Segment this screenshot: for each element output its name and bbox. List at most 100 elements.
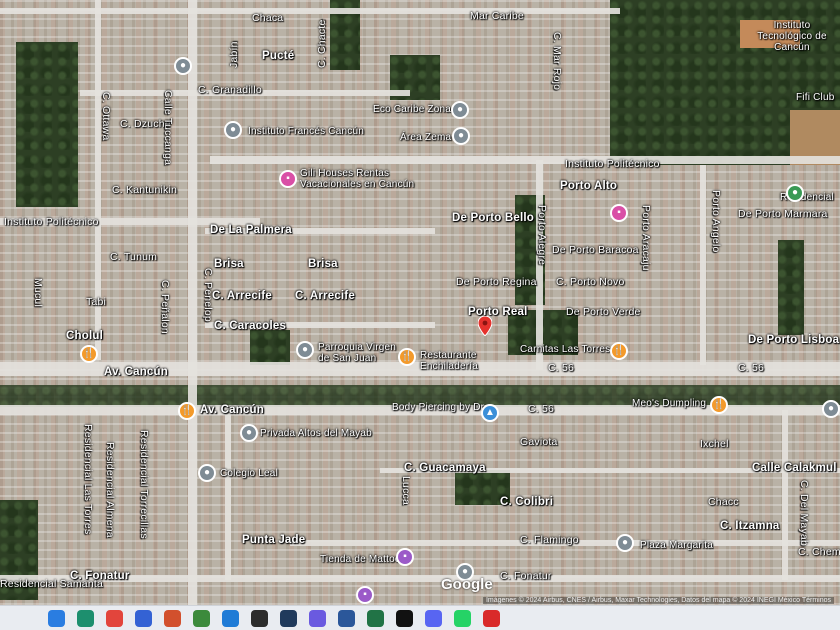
road-vertical-d bbox=[700, 165, 706, 365]
street-label: C. Penelop bbox=[202, 268, 214, 322]
poi-label[interactable]: Plaza Margarita bbox=[640, 540, 713, 551]
street-label: C. Fonatur bbox=[500, 570, 552, 582]
poi-label[interactable]: Gili Houses Rentas Vacacionales en Cancú… bbox=[300, 168, 430, 190]
paint-icon[interactable] bbox=[222, 609, 239, 627]
street-label: C. 56 bbox=[548, 362, 575, 374]
church-pin-icon[interactable]: ● bbox=[296, 341, 314, 359]
poi-label[interactable]: Carnitas Las Torres bbox=[520, 344, 610, 355]
street-label: C. Colibri bbox=[500, 496, 554, 508]
street-label: Brisa bbox=[214, 258, 244, 270]
school-pin-icon[interactable]: ● bbox=[786, 184, 804, 202]
street-label: C. Chacte bbox=[316, 19, 328, 69]
school-pin-icon[interactable]: ● bbox=[174, 57, 192, 75]
obs-icon[interactable] bbox=[251, 609, 268, 627]
store-icon[interactable] bbox=[135, 609, 152, 627]
street-label: C. Del Mayab bbox=[798, 480, 810, 547]
street-label: Gaviota bbox=[520, 436, 558, 448]
school-pin-icon[interactable]: ● bbox=[198, 464, 216, 482]
poi-label[interactable]: Tienda de Mattocs bbox=[320, 554, 405, 565]
steam-icon[interactable] bbox=[280, 609, 297, 627]
street-label: Ixchel bbox=[700, 438, 729, 450]
acrobat-icon[interactable] bbox=[483, 609, 500, 627]
restaurant-pin-icon[interactable]: 🍴 bbox=[80, 345, 98, 363]
street-label: C. Guacamaya bbox=[404, 462, 486, 474]
google-logo: Google bbox=[441, 576, 493, 593]
street-label: Porto Real bbox=[468, 306, 528, 318]
restaurant-pin-icon[interactable]: 🍴 bbox=[610, 342, 628, 360]
edge-icon[interactable] bbox=[77, 609, 94, 627]
road-vertical-e bbox=[782, 410, 788, 580]
road-vertical-a bbox=[188, 0, 197, 605]
poi-label[interactable]: Instituto Francés Cancún bbox=[248, 126, 364, 137]
street-label: De Porto Marmara bbox=[738, 208, 828, 220]
street-label: Jabín bbox=[228, 41, 240, 68]
street-label: Lucca bbox=[400, 476, 412, 506]
street-label: C. Flamingo bbox=[520, 534, 579, 546]
excel-icon[interactable] bbox=[367, 609, 384, 627]
street-label: C. Mar Rojo bbox=[551, 32, 563, 91]
powerpoint-icon[interactable] bbox=[164, 609, 181, 627]
street-label: Porto Angelo bbox=[710, 190, 722, 253]
street-label: C. Arrecife bbox=[212, 290, 272, 302]
street-label: Porto Alegre bbox=[536, 205, 548, 266]
place-pin-icon[interactable]: ● bbox=[616, 534, 634, 552]
street-label: Av. Cancún bbox=[200, 404, 264, 416]
poi-label[interactable]: Área Zema bbox=[400, 132, 451, 143]
poi-label[interactable]: Colegio Leal bbox=[220, 468, 278, 479]
poi-label[interactable]: Meo's Dumpling bbox=[632, 398, 706, 409]
place-pin-icon[interactable]: ● bbox=[452, 127, 470, 145]
place-pin-icon[interactable]: ● bbox=[240, 424, 258, 442]
road-vertical-f bbox=[225, 410, 231, 580]
street-label: Mucul bbox=[32, 278, 44, 308]
word-icon[interactable] bbox=[338, 609, 355, 627]
poi-label[interactable]: Fifi Club bbox=[796, 92, 834, 103]
street-label: Residencial Las Torres bbox=[82, 424, 94, 535]
street-label: Chaca bbox=[252, 12, 284, 24]
street-label: De Porto Lisboa bbox=[748, 334, 840, 346]
restaurant-pin-icon[interactable]: 🍴 bbox=[398, 348, 416, 366]
chrome-icon[interactable] bbox=[106, 609, 123, 627]
map-attribution[interactable]: Imágenes © 2024 Airbus, CNES / Airbus, M… bbox=[482, 597, 834, 604]
street-label: C. 56 bbox=[738, 362, 765, 374]
place-pin-icon[interactable]: ● bbox=[822, 400, 840, 418]
poi-label[interactable]: Instituto Tecnológico de Cancún bbox=[752, 20, 832, 53]
location-marker-icon[interactable] bbox=[478, 316, 492, 336]
discord-icon[interactable] bbox=[425, 609, 442, 627]
poi-label[interactable]: Restaurante Enchiladería bbox=[420, 350, 510, 372]
street-label: De Porto Baracoa bbox=[552, 244, 639, 256]
street-label: Porto Aracaju bbox=[640, 205, 652, 271]
street-label: Residencial Almena bbox=[104, 442, 116, 538]
tiktok-icon[interactable] bbox=[396, 609, 413, 627]
store-pin-icon[interactable]: ▪ bbox=[356, 586, 374, 604]
street-label: Residencial Samanta bbox=[0, 578, 104, 590]
store-pin-icon[interactable]: ▪ bbox=[396, 548, 414, 566]
poi-label[interactable]: Parroquia Virgen de San Juan bbox=[318, 342, 398, 364]
forest-area bbox=[778, 240, 804, 335]
satellite-map[interactable]: Chaca Mar Caribe Pucté Jabín C. Chacte C… bbox=[0, 0, 840, 605]
street-label: De Porto Verde bbox=[566, 306, 641, 318]
street-label: Cholul bbox=[66, 330, 103, 342]
whatsapp-icon[interactable] bbox=[454, 609, 471, 627]
poi-label[interactable]: Eco Caribe Zona bbox=[373, 104, 451, 115]
street-label: Tabi bbox=[86, 296, 107, 308]
restaurant-pin-icon[interactable]: 🍴 bbox=[178, 402, 196, 420]
lodging-pin-icon[interactable]: ▪ bbox=[279, 170, 297, 188]
street-label: C. Peñalon bbox=[159, 280, 171, 334]
street-label: Punta Jade bbox=[242, 534, 306, 546]
minecraft-icon[interactable] bbox=[193, 609, 210, 627]
taskbar bbox=[0, 605, 840, 630]
lodging-pin-icon[interactable]: ▪ bbox=[610, 204, 628, 222]
street-label: Brisa bbox=[308, 258, 338, 270]
shop-pin-icon[interactable]: ▲ bbox=[481, 404, 499, 422]
street-label: C. Chemuil bbox=[798, 546, 840, 558]
street-label: C. Caracoles bbox=[214, 320, 287, 332]
street-label: Av. Cancún bbox=[104, 366, 168, 378]
copilot-icon[interactable] bbox=[309, 609, 326, 627]
poi-label[interactable]: Privada Altos del Mayab bbox=[260, 428, 372, 439]
poi-label[interactable]: Body Piercing by Dr bbox=[392, 402, 484, 413]
windows-start-icon[interactable] bbox=[48, 609, 65, 627]
restaurant-pin-icon[interactable]: 🍴 bbox=[710, 396, 728, 414]
street-label: C. 56 bbox=[528, 403, 555, 415]
school-pin-icon[interactable]: ● bbox=[224, 121, 242, 139]
place-pin-icon[interactable]: ● bbox=[451, 101, 469, 119]
